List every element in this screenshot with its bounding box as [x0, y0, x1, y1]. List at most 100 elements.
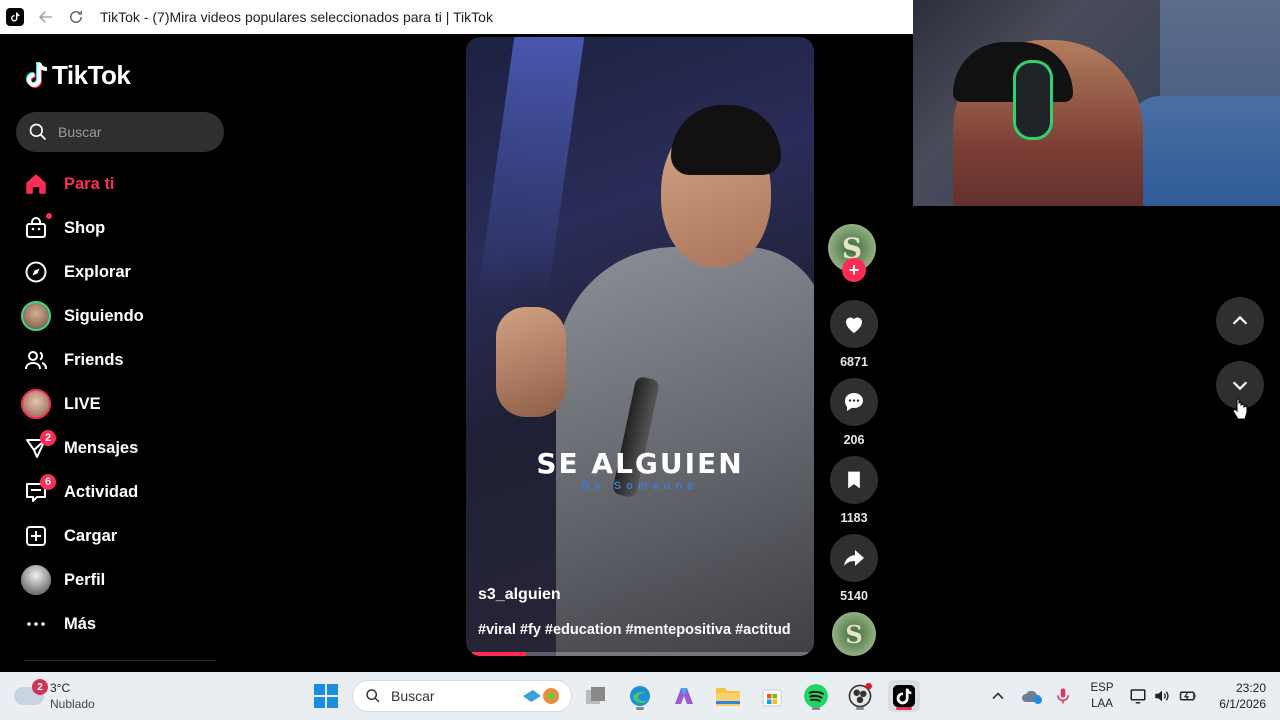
sidebar-item-label: Siguiendo — [64, 306, 144, 325]
author-avatar[interactable]: S + — [828, 224, 876, 282]
network-icon[interactable] — [1128, 672, 1148, 720]
webcam-overlay — [913, 0, 1280, 206]
sidebar-item-cargar[interactable]: Cargar — [20, 514, 230, 558]
sidebar-item-label: Explorar — [64, 262, 131, 281]
language-line-2: LAA — [1091, 698, 1113, 710]
windows-taskbar: 2 3°C Nublado Buscar ESP LAA 23:20 6/1/2… — [0, 672, 1280, 720]
sidebar-item-shop[interactable]: Shop — [20, 206, 230, 250]
save-count: 1183 — [840, 511, 868, 525]
sidebar-item-perfil[interactable]: Perfil — [20, 558, 230, 602]
comment-count: 206 — [843, 433, 865, 447]
sidebar-item-mensajes[interactable]: 2 Mensajes — [20, 426, 230, 470]
tiktok-taskbar-icon[interactable] — [888, 680, 920, 712]
sidebar-item-friends[interactable]: Friends — [20, 338, 230, 382]
cloud-icon: 2 — [14, 679, 48, 705]
sidebar-item-actividad[interactable]: 6 Actividad — [20, 470, 230, 514]
search-icon — [29, 123, 47, 141]
sidebar-item-label: Actividad — [64, 482, 139, 501]
video-author[interactable]: s3_alguien — [478, 586, 561, 604]
sidebar-item-mas[interactable]: Más — [20, 602, 230, 646]
sidebar-menu: Para ti Shop Explorar Siguiendo Friends — [20, 162, 230, 646]
sidebar-item-live[interactable]: LIVE — [20, 382, 230, 426]
messages-badge: 2 — [40, 430, 56, 446]
task-view-icon[interactable] — [580, 680, 612, 712]
share-count: 5140 — [840, 589, 868, 603]
sidebar-item-label: Para ti — [64, 174, 115, 193]
follow-plus-button[interactable]: + — [842, 258, 866, 282]
back-arrow-icon[interactable] — [34, 5, 58, 29]
sidebar-item-label: Más — [64, 614, 97, 633]
live-avatar — [21, 389, 51, 419]
more-icon — [20, 608, 52, 640]
comment-button[interactable] — [830, 378, 878, 426]
following-avatar — [21, 301, 51, 331]
compass-icon — [20, 256, 52, 288]
search-icon — [366, 689, 380, 703]
sidebar-search[interactable] — [16, 112, 224, 152]
video-overlay-title: SE ALGUIEN — [536, 447, 744, 480]
obs-studio-icon[interactable] — [844, 680, 876, 712]
reload-icon[interactable] — [64, 5, 88, 29]
friends-icon — [20, 344, 52, 376]
previous-video-button[interactable] — [1216, 297, 1264, 345]
upload-icon — [20, 520, 52, 552]
taskbar-search[interactable]: Buscar — [352, 680, 572, 712]
sidebar-item-label: Shop — [64, 218, 106, 237]
sidebar-item-label: Friends — [64, 350, 124, 369]
share-action: 5140 — [830, 534, 878, 603]
like-count: 6871 — [840, 355, 868, 369]
browser-title-bar: TikTok - (7)Mira videos populares selecc… — [0, 0, 913, 34]
sidebar-item-label: Cargar — [64, 526, 118, 545]
windows-logo-icon — [314, 684, 338, 708]
show-hidden-icons[interactable] — [988, 672, 1008, 720]
sidebar-item-label: LIVE — [64, 394, 101, 413]
battery-icon[interactable] — [1178, 672, 1198, 720]
search-highlight-icon — [523, 688, 559, 704]
edge-browser-icon[interactable] — [624, 680, 656, 712]
profile-avatar — [21, 565, 51, 595]
save-button[interactable] — [830, 456, 878, 504]
video-player[interactable]: SE ALGUIEN Be Someone s3_alguien #viral … — [466, 37, 814, 656]
tiktok-logo-icon — [24, 61, 50, 91]
shop-bag-icon — [20, 212, 52, 244]
clock-date: 6/1/2026 — [1219, 697, 1266, 711]
sidebar-item-label: Mensajes — [64, 438, 139, 457]
volume-icon[interactable] — [1152, 672, 1172, 720]
microsoft-store-icon[interactable] — [756, 680, 788, 712]
video-hashtags[interactable]: #viral #fy #education #mentepositiva #ac… — [478, 622, 791, 638]
spotify-icon[interactable] — [800, 680, 832, 712]
sidebar-item-explorar[interactable]: Explorar — [20, 250, 230, 294]
clock-time: 23:20 — [1235, 681, 1266, 695]
temperature: 3°C — [50, 681, 71, 695]
sidebar-item-para-ti[interactable]: Para ti — [20, 162, 230, 206]
like-button[interactable] — [830, 300, 878, 348]
video-progress-bar[interactable] — [472, 652, 808, 656]
start-button[interactable] — [310, 680, 342, 712]
weather-condition: Nublado — [50, 697, 95, 711]
language-line-1: ESP — [1090, 682, 1114, 694]
sidebar-item-label: Perfil — [64, 570, 106, 589]
heart-icon — [846, 317, 862, 333]
music-disc-avatar[interactable]: S — [832, 612, 876, 656]
m365-icon[interactable] — [668, 680, 700, 712]
chevron-up-icon — [1232, 315, 1248, 325]
weather-badge: 2 — [32, 679, 48, 695]
page-title: TikTok - (7)Mira videos populares selecc… — [100, 9, 493, 25]
onedrive-icon[interactable] — [1020, 672, 1044, 720]
comment-icon — [845, 393, 863, 411]
language-indicator[interactable]: ESP LAA — [1088, 680, 1116, 712]
share-icon — [844, 550, 864, 566]
sidebar-item-siguiendo[interactable]: Siguiendo — [20, 294, 230, 338]
weather-widget[interactable]: 2 3°C Nublado — [14, 679, 95, 712]
taskbar-clock[interactable]: 23:20 6/1/2026 — [1200, 680, 1266, 712]
activity-icon: 6 — [20, 474, 56, 508]
file-explorer-icon[interactable] — [712, 680, 744, 712]
like-action: 6871 — [830, 300, 878, 369]
tiktok-logo[interactable]: TikTok — [24, 60, 131, 91]
microphone-icon[interactable] — [1054, 672, 1072, 720]
sidebar-divider — [24, 660, 216, 661]
search-input[interactable] — [58, 124, 208, 140]
share-button[interactable] — [830, 534, 878, 582]
mouse-pointer-icon — [1232, 398, 1248, 420]
bookmark-icon — [848, 471, 860, 489]
